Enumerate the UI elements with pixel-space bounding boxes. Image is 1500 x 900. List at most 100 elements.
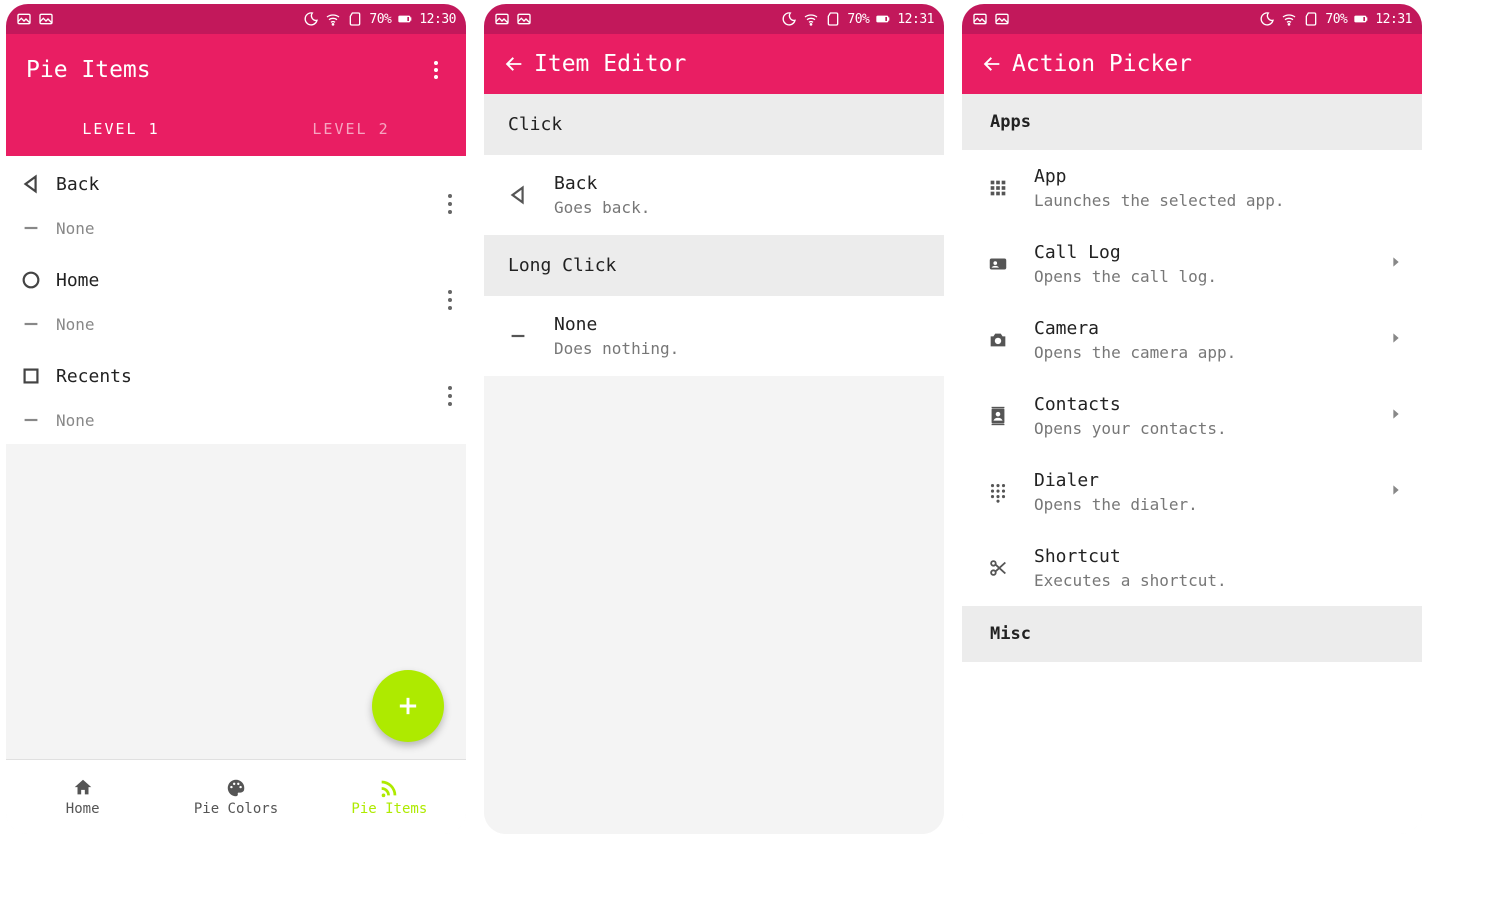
page-title: Pie Items [26,57,416,83]
editor-row-subtitle: Does nothing. [554,339,679,358]
item-overflow-button[interactable] [440,186,460,222]
minus-icon [20,313,56,335]
tab-level-2[interactable]: LEVEL 2 [236,106,466,152]
group-header-apps: Apps [962,94,1422,150]
plus-icon [394,692,422,720]
picker-row-call-log[interactable]: Call LogOpens the call log. [962,226,1422,302]
pie-item-primary: Back [56,174,99,195]
picker-row-title: Call Log [1034,242,1370,263]
fab-add-button[interactable] [372,670,444,742]
bottom-nav-pie-items[interactable]: Pie Items [313,760,466,834]
clock-text: 12:31 [897,12,934,27]
level-tabs: LEVEL 1 LEVEL 2 [6,106,466,152]
picker-row-camera[interactable]: Camera Opens the camera app. [962,302,1422,378]
picker-row-title: Contacts [1034,394,1370,415]
picker-row-title: App [1034,166,1404,187]
chevron-right-icon [1388,482,1404,502]
editor-row-title: None [554,314,679,335]
picker-row-subtitle: Opens your contacts. [1034,419,1370,438]
bottom-nav-home[interactable]: Home [6,760,159,834]
page-title: Action Picker [1012,51,1412,77]
dialpad-icon [980,481,1016,503]
home-circle-icon [20,269,56,291]
chevron-right-icon [1388,254,1404,274]
battery-text: 70% [1325,12,1347,27]
app-bar: Pie Items [6,34,466,106]
overflow-menu-button[interactable] [416,50,456,90]
pie-item-primary: Home [56,270,99,291]
minus-icon [500,325,536,347]
pie-item[interactable]: Home None [6,252,466,348]
palette-icon [225,777,247,799]
bottom-nav-pie-colors[interactable]: Pie Colors [159,760,312,834]
chevron-right-icon [1388,406,1404,426]
editor-row-click-action[interactable]: Back Goes back. [484,155,944,235]
battery-icon [1353,11,1369,27]
clock-text: 12:31 [1375,12,1412,27]
picker-row-title: Camera [1034,318,1370,339]
arrow-left-icon [503,53,525,75]
home-icon [72,777,94,799]
screen-pie-items: 70% 12:30 Pie Items LEVEL 1 LEVEL 2 Back [6,4,466,834]
camera-icon [980,329,1016,351]
battery-text: 70% [369,12,391,27]
arrow-left-icon [981,53,1003,75]
dnd-moon-icon [1259,11,1275,27]
section-header-click: Click [484,94,944,155]
app-bar: Item Editor [484,34,944,94]
pie-item-secondary: None [56,411,95,430]
back-button[interactable] [972,44,1012,84]
pie-item[interactable]: Back None [6,156,466,252]
picker-row-contacts[interactable]: Contacts Opens your contacts. [962,378,1422,454]
rss-icon [378,777,400,799]
image-icon [494,11,510,27]
image-icon [38,11,54,27]
empty-area [484,376,944,834]
wifi-icon [1281,11,1297,27]
contacts-icon [980,405,1016,427]
bottom-nav-label: Pie Items [351,801,427,817]
pie-item[interactable]: Recents None [6,348,466,444]
screen-action-picker: 70% 12:31 Action Picker Apps AppLaunches… [962,4,1422,834]
picker-row-dialer[interactable]: DialerOpens the dialer. [962,454,1422,530]
apps-grid-icon [980,177,1016,199]
screen-item-editor: 70% 12:31 Item Editor Click Back Goes ba… [484,4,944,834]
picker-row-subtitle: Executes a shortcut. [1034,571,1404,590]
item-overflow-button[interactable] [440,282,460,318]
status-bar: 70% 12:31 [962,4,1422,34]
dnd-moon-icon [303,11,319,27]
page-title: Item Editor [534,51,934,77]
wifi-icon [803,11,819,27]
status-bar: 70% 12:30 [6,4,466,34]
back-triangle-icon [20,173,56,195]
bottom-nav-label: Home [66,801,100,817]
clock-text: 12:30 [419,12,456,27]
item-overflow-button[interactable] [440,378,460,414]
sd-card-icon [1303,11,1319,27]
picker-row-subtitle: Opens the camera app. [1034,343,1370,362]
picker-row-subtitle: Opens the dialer. [1034,495,1370,514]
back-button[interactable] [494,44,534,84]
group-header-misc: Misc [962,606,1422,662]
tab-level-1[interactable]: LEVEL 1 [6,106,236,156]
chevron-right-icon [1388,330,1404,350]
bottom-nav: Home Pie Colors Pie Items [6,759,466,834]
scissors-icon [980,557,1016,579]
image-icon [16,11,32,27]
editor-row-long-click-action[interactable]: None Does nothing. [484,296,944,376]
battery-text: 70% [847,12,869,27]
section-header-long-click: Long Click [484,235,944,296]
back-triangle-icon [500,184,536,206]
dnd-moon-icon [781,11,797,27]
image-icon [516,11,532,27]
pie-item-primary: Recents [56,366,132,387]
battery-icon [397,11,413,27]
contact-card-icon [980,253,1016,275]
picker-row-app[interactable]: AppLaunches the selected app. [962,150,1422,226]
picker-row-shortcut[interactable]: ShortcutExecutes a shortcut. [962,530,1422,606]
sd-card-icon [825,11,841,27]
editor-row-title: Back [554,173,650,194]
overflow-icon [434,61,438,79]
sd-card-icon [347,11,363,27]
image-icon [972,11,988,27]
